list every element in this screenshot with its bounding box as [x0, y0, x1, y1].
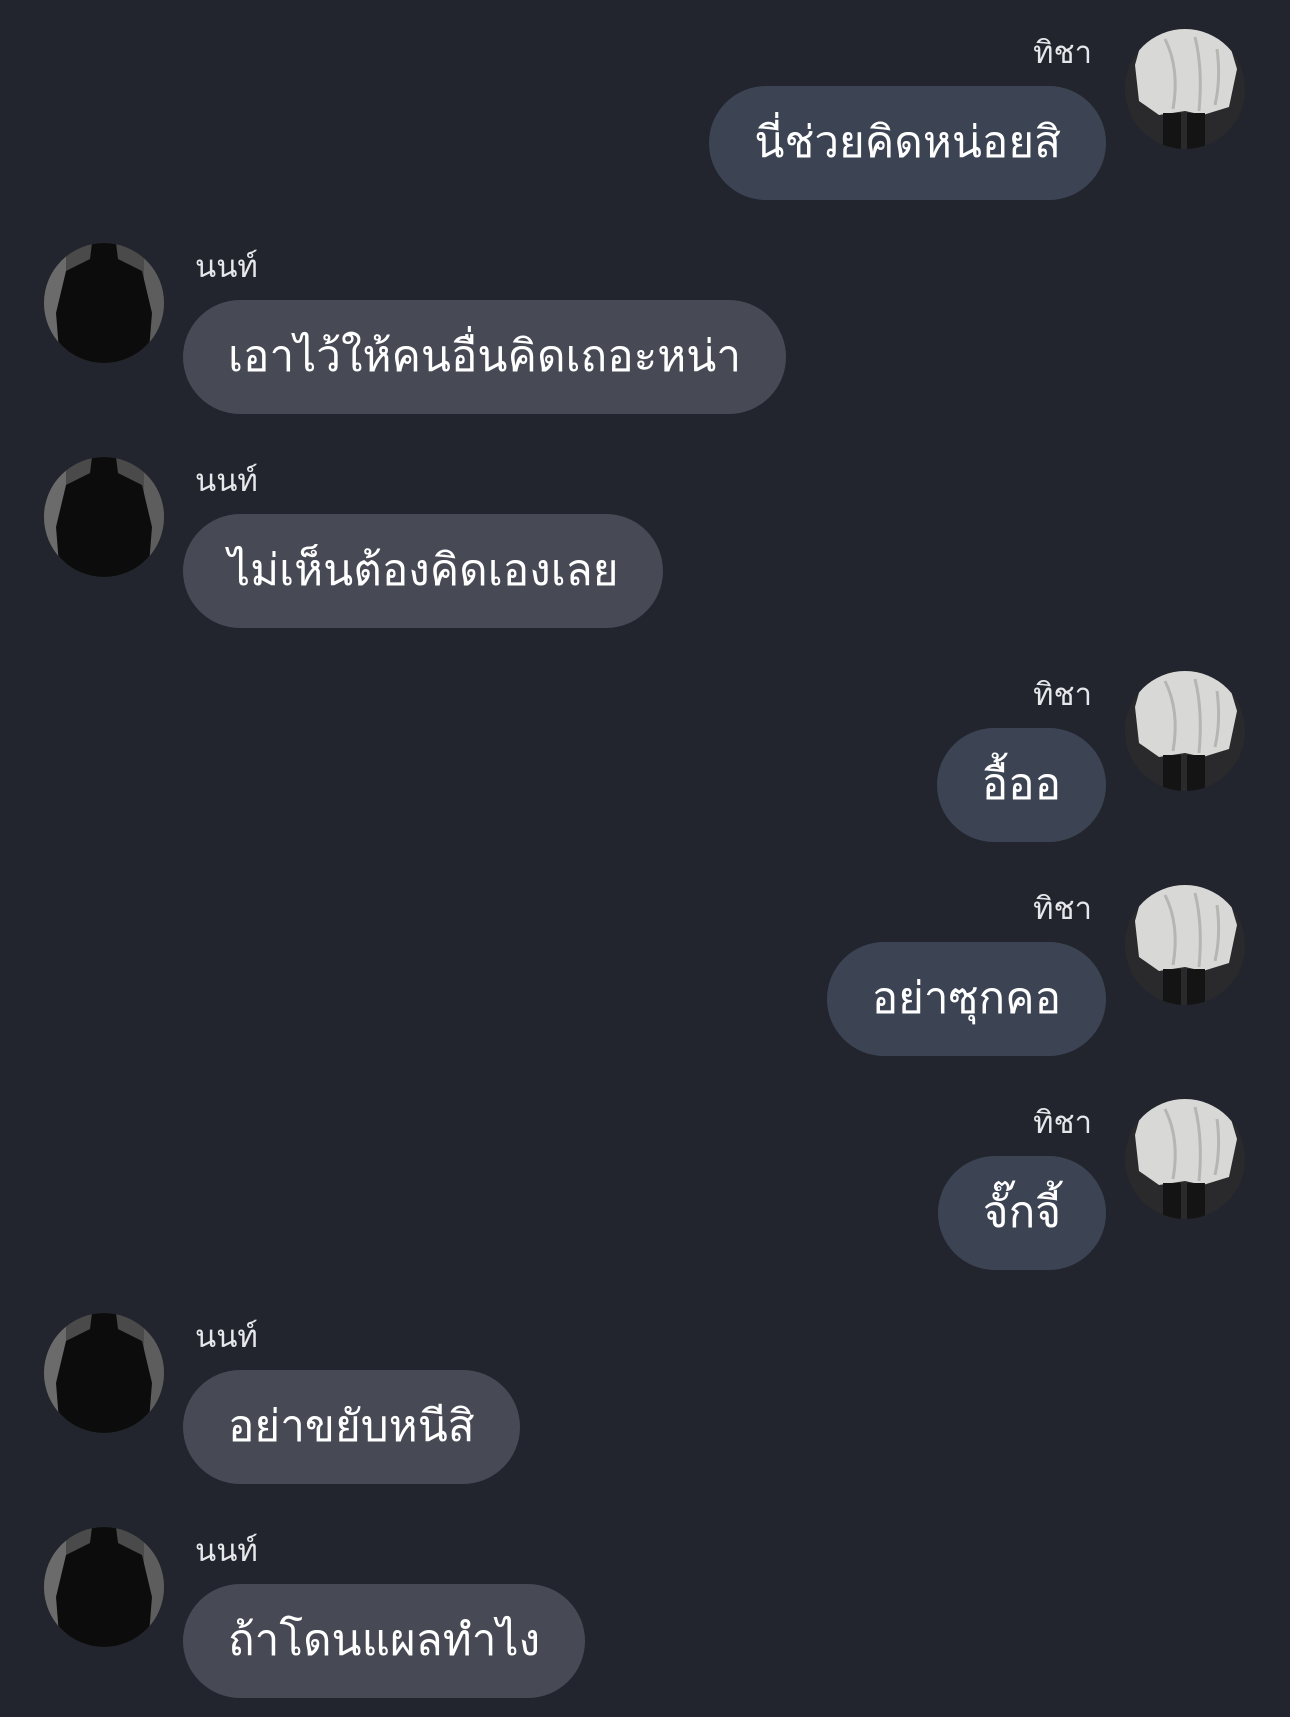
sender-name: นนท์ — [195, 463, 258, 499]
message-bubble[interactable]: เอาไว้ให้คนอื่นคิดเถอะหน่า — [183, 300, 787, 414]
message-row: ทิชา อย่าซุกคอ — [0, 885, 1290, 1075]
message-row: นนท์ เอาไว้ให้คนอื่นคิดเถอะหน่า — [0, 243, 1290, 433]
message-row: นนท์ ถ้าโดนแผลทำไง — [0, 1527, 1290, 1717]
sender-name: ทิชา — [1033, 677, 1092, 713]
sender-name: ทิชา — [1033, 891, 1092, 927]
dark-jacket-back-avatar-icon[interactable] — [44, 1527, 164, 1647]
sender-name: ทิชา — [1033, 35, 1092, 71]
chat-thread: ทิชา นี่ช่วยคิดหน่อยสิ นนท์ เอาไว้ให้คนอ… — [0, 0, 1290, 1710]
white-shirt-avatar-icon[interactable] — [1125, 1099, 1245, 1219]
message-bubble[interactable]: นี่ช่วยคิดหน่อยสิ — [709, 86, 1106, 200]
sender-name: นนท์ — [195, 249, 258, 285]
white-shirt-avatar-icon[interactable] — [1125, 29, 1245, 149]
dark-jacket-back-avatar-icon[interactable] — [44, 243, 164, 363]
message-bubble[interactable]: อื้ออ — [936, 728, 1106, 842]
message-row: นนท์ อย่าขยับหนีสิ — [0, 1313, 1290, 1503]
dark-jacket-back-avatar-icon[interactable] — [44, 1313, 164, 1433]
white-shirt-avatar-icon[interactable] — [1125, 885, 1245, 1005]
sender-name: นนท์ — [195, 1533, 258, 1569]
message-bubble[interactable]: ไม่เห็นต้องคิดเองเลย — [183, 514, 664, 628]
message-row: ทิชา จั๊กจี้ — [0, 1099, 1290, 1289]
message-row: นนท์ ไม่เห็นต้องคิดเองเลย — [0, 457, 1290, 647]
sender-name: นนท์ — [195, 1319, 258, 1355]
message-bubble[interactable]: ถ้าโดนแผลทำไง — [183, 1584, 586, 1698]
sender-name: ทิชา — [1033, 1105, 1092, 1141]
white-shirt-avatar-icon[interactable] — [1125, 671, 1245, 791]
dark-jacket-back-avatar-icon[interactable] — [44, 457, 164, 577]
message-bubble[interactable]: อย่าขยับหนีสิ — [183, 1370, 520, 1484]
message-row: ทิชา อื้ออ — [0, 671, 1290, 861]
message-bubble[interactable]: จั๊กจี้ — [937, 1156, 1106, 1270]
message-bubble[interactable]: อย่าซุกคอ — [826, 942, 1106, 1056]
message-row: ทิชา นี่ช่วยคิดหน่อยสิ — [0, 29, 1290, 219]
